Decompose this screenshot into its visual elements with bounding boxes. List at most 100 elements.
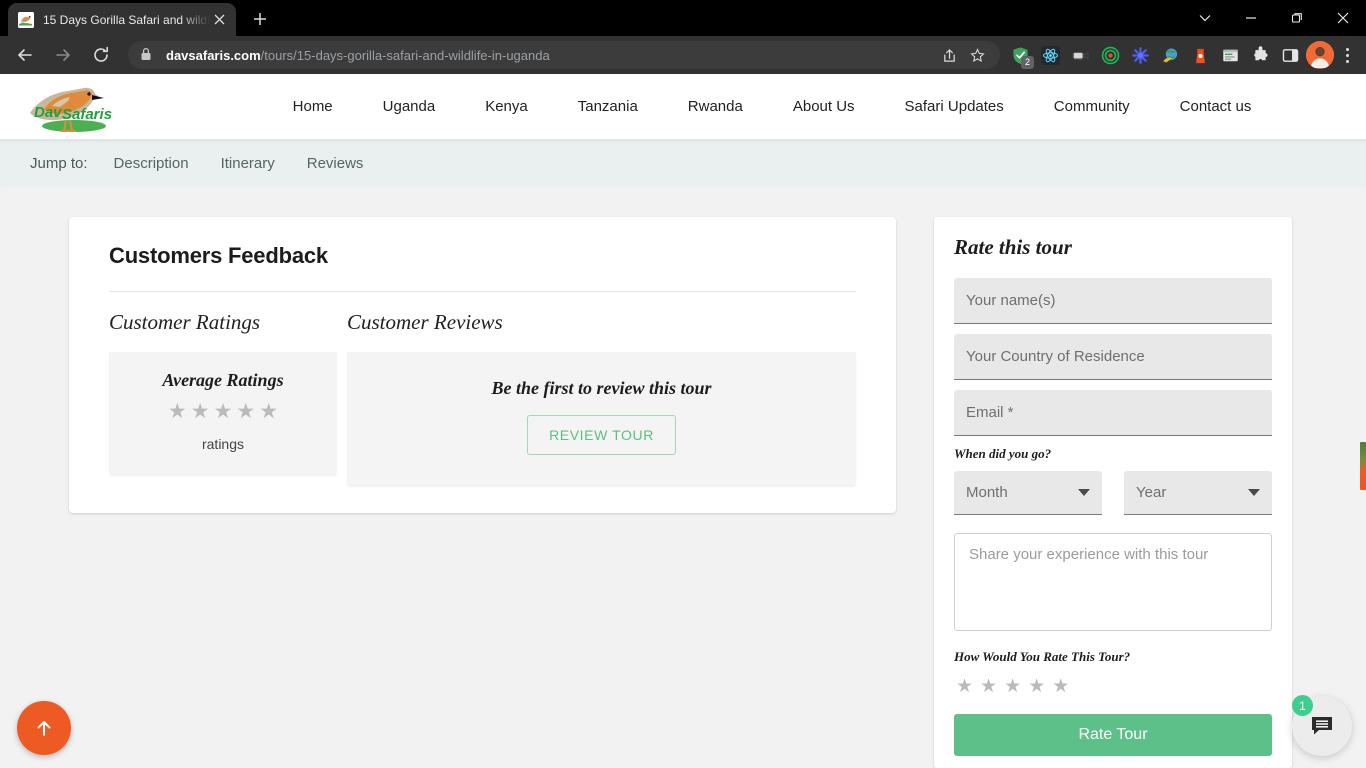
chat-bubble-icon: [1312, 717, 1332, 735]
back-icon[interactable]: [11, 41, 39, 69]
star-icon[interactable]: ★: [1052, 677, 1069, 696]
nav-item-community[interactable]: Community: [1029, 98, 1155, 115]
nav-item-kenya[interactable]: Kenya: [460, 98, 553, 115]
site-logo[interactable]: Dav Safaris: [26, 79, 118, 134]
email-field[interactable]: Email *: [954, 390, 1272, 436]
new-tab-button[interactable]: [246, 5, 274, 33]
star-icon[interactable]: ★: [1028, 677, 1045, 696]
jump-link-reviews[interactable]: Reviews: [307, 155, 364, 172]
ratings-count-label: ratings: [201, 436, 245, 452]
star-icon[interactable]: [964, 42, 990, 68]
site-favicon: [18, 11, 34, 28]
window-controls: [1182, 0, 1366, 36]
browser-tab-title: 15 Days Gorilla Safari and wildlife: [43, 12, 210, 27]
rate-tour-submit-button[interactable]: Rate Tour: [954, 714, 1272, 756]
adblock-badge-count: 2: [1021, 56, 1034, 69]
date-selects: Month Year: [954, 471, 1272, 515]
year-select-value: Year: [1136, 484, 1167, 501]
star-icon[interactable]: ★: [1004, 677, 1021, 696]
profile-avatar[interactable]: [1306, 41, 1334, 69]
customer-reviews-column: Customer Reviews Be the first to review …: [347, 310, 856, 485]
address-bar-url: davsafaris.com/tours/15-days-gorilla-saf…: [166, 48, 550, 63]
chevron-down-icon: [1248, 489, 1260, 496]
maximize-icon[interactable]: [1274, 1, 1320, 35]
close-icon[interactable]: [210, 11, 228, 29]
year-select[interactable]: Year: [1124, 471, 1272, 515]
lighthouse-extension[interactable]: [1186, 41, 1214, 69]
nav-item-uganda[interactable]: Uganda: [358, 98, 461, 115]
reload-icon[interactable]: [87, 41, 115, 69]
page-scrollbar-thumb[interactable]: [1360, 442, 1366, 490]
nav-item-tanzania[interactable]: Tanzania: [553, 98, 663, 115]
site-header: Dav Safaris Home Uganda Kenya Tanzania R…: [0, 74, 1366, 139]
browser-tabstrip: 15 Days Gorilla Safari and wildlife: [0, 0, 1366, 36]
chat-widget-button[interactable]: 1: [1292, 695, 1352, 756]
close-window-icon[interactable]: [1320, 1, 1366, 35]
nav-item-safari-updates[interactable]: Safari Updates: [880, 98, 1029, 115]
page-viewport: Dav Safaris Home Uganda Kenya Tanzania R…: [0, 74, 1366, 768]
no-reviews-message: Be the first to review this tour: [491, 378, 712, 398]
star-icon: ★: [190, 400, 210, 423]
forward-icon[interactable]: [49, 41, 77, 69]
rating-star-input[interactable]: ★ ★ ★ ★ ★: [954, 677, 1272, 696]
puzzle-extensions-menu[interactable]: [1246, 41, 1274, 69]
lock-icon: [140, 47, 156, 63]
name-field[interactable]: Your name(s): [954, 278, 1272, 324]
react-devtools-extension[interactable]: [1036, 41, 1064, 69]
jump-link-description[interactable]: Description: [114, 155, 189, 172]
customer-ratings-column: Customer Ratings Average Ratings ★ ★ ★ ★…: [109, 310, 337, 485]
asterisk-extension[interactable]: [1126, 41, 1154, 69]
jump-to-label: Jump to:: [30, 155, 88, 172]
country-field[interactable]: Your Country of Residence: [954, 334, 1272, 380]
page-title: Customers Feedback: [109, 235, 856, 292]
feedback-columns: Customer Ratings Average Ratings ★ ★ ★ ★…: [109, 292, 856, 485]
chrome-menu-icon[interactable]: [1334, 41, 1360, 69]
chat-unread-badge: 1: [1292, 695, 1313, 716]
page-content: Customers Feedback Customer Ratings Aver…: [0, 187, 1366, 768]
browser-tab-active[interactable]: 15 Days Gorilla Safari and wildlife: [8, 3, 236, 36]
share-icon[interactable]: [936, 42, 962, 68]
star-icon[interactable]: ★: [956, 677, 973, 696]
screen-recorder-extension[interactable]: [1066, 41, 1094, 69]
svg-text:Dav: Dav: [34, 104, 63, 121]
nav-item-about-us[interactable]: About Us: [768, 98, 880, 115]
extensions-tray: 2: [1006, 41, 1306, 69]
address-bar[interactable]: davsafaris.com/tours/15-days-gorilla-saf…: [128, 41, 1000, 69]
name-field-placeholder: Your name(s): [966, 292, 1056, 309]
jump-to-bar: Jump to: Description Itinerary Reviews: [0, 139, 1366, 187]
average-rating-stars: ★ ★ ★ ★ ★: [119, 401, 327, 422]
country-field-placeholder: Your Country of Residence: [966, 348, 1145, 365]
average-ratings-title: Average Ratings: [162, 370, 284, 390]
minimize-icon[interactable]: [1228, 1, 1274, 35]
customer-ratings-heading: Customer Ratings: [109, 310, 261, 334]
star-icon: ★: [236, 400, 256, 423]
rate-this-tour-card: Rate this tour Your name(s) Your Country…: [934, 217, 1292, 768]
address-bar-path: /tours/15-days-gorilla-safari-and-wildli…: [260, 47, 550, 63]
star-icon: ★: [167, 400, 187, 423]
nav-item-home[interactable]: Home: [268, 98, 358, 115]
page-scrollbar[interactable]: [1358, 187, 1366, 768]
notes-extension[interactable]: [1216, 41, 1244, 69]
arrow-up-icon: [37, 721, 51, 736]
adblock-shield-extension[interactable]: 2: [1006, 41, 1034, 69]
review-tour-button[interactable]: REVIEW TOUR: [527, 415, 676, 455]
no-reviews-box: Be the first to review this tour REVIEW …: [347, 352, 856, 485]
month-select[interactable]: Month: [954, 471, 1102, 515]
nav-item-contact-us[interactable]: Contact us: [1155, 98, 1277, 115]
target-tracker-extension[interactable]: [1096, 41, 1124, 69]
scroll-to-top-button[interactable]: [17, 701, 71, 755]
site-navigation: Home Uganda Kenya Tanzania Rwanda About …: [178, 98, 1366, 115]
jump-link-itinerary[interactable]: Itinerary: [221, 155, 275, 172]
email-field-placeholder: Email *: [966, 404, 1014, 421]
rate-this-tour-title: Rate this tour: [954, 235, 1072, 259]
star-icon: ★: [213, 400, 233, 423]
when-did-you-go-label: When did you go?: [954, 446, 1052, 461]
experience-textarea[interactable]: Share your experience with this tour: [954, 533, 1272, 631]
star-icon: ★: [259, 400, 279, 423]
customers-feedback-card: Customers Feedback Customer Ratings Aver…: [69, 217, 896, 513]
globe-extension[interactable]: [1156, 41, 1184, 69]
star-icon[interactable]: ★: [980, 677, 997, 696]
nav-item-rwanda[interactable]: Rwanda: [663, 98, 768, 115]
tab-search-icon[interactable]: [1182, 1, 1228, 35]
sidepanel-toggle[interactable]: [1276, 41, 1304, 69]
